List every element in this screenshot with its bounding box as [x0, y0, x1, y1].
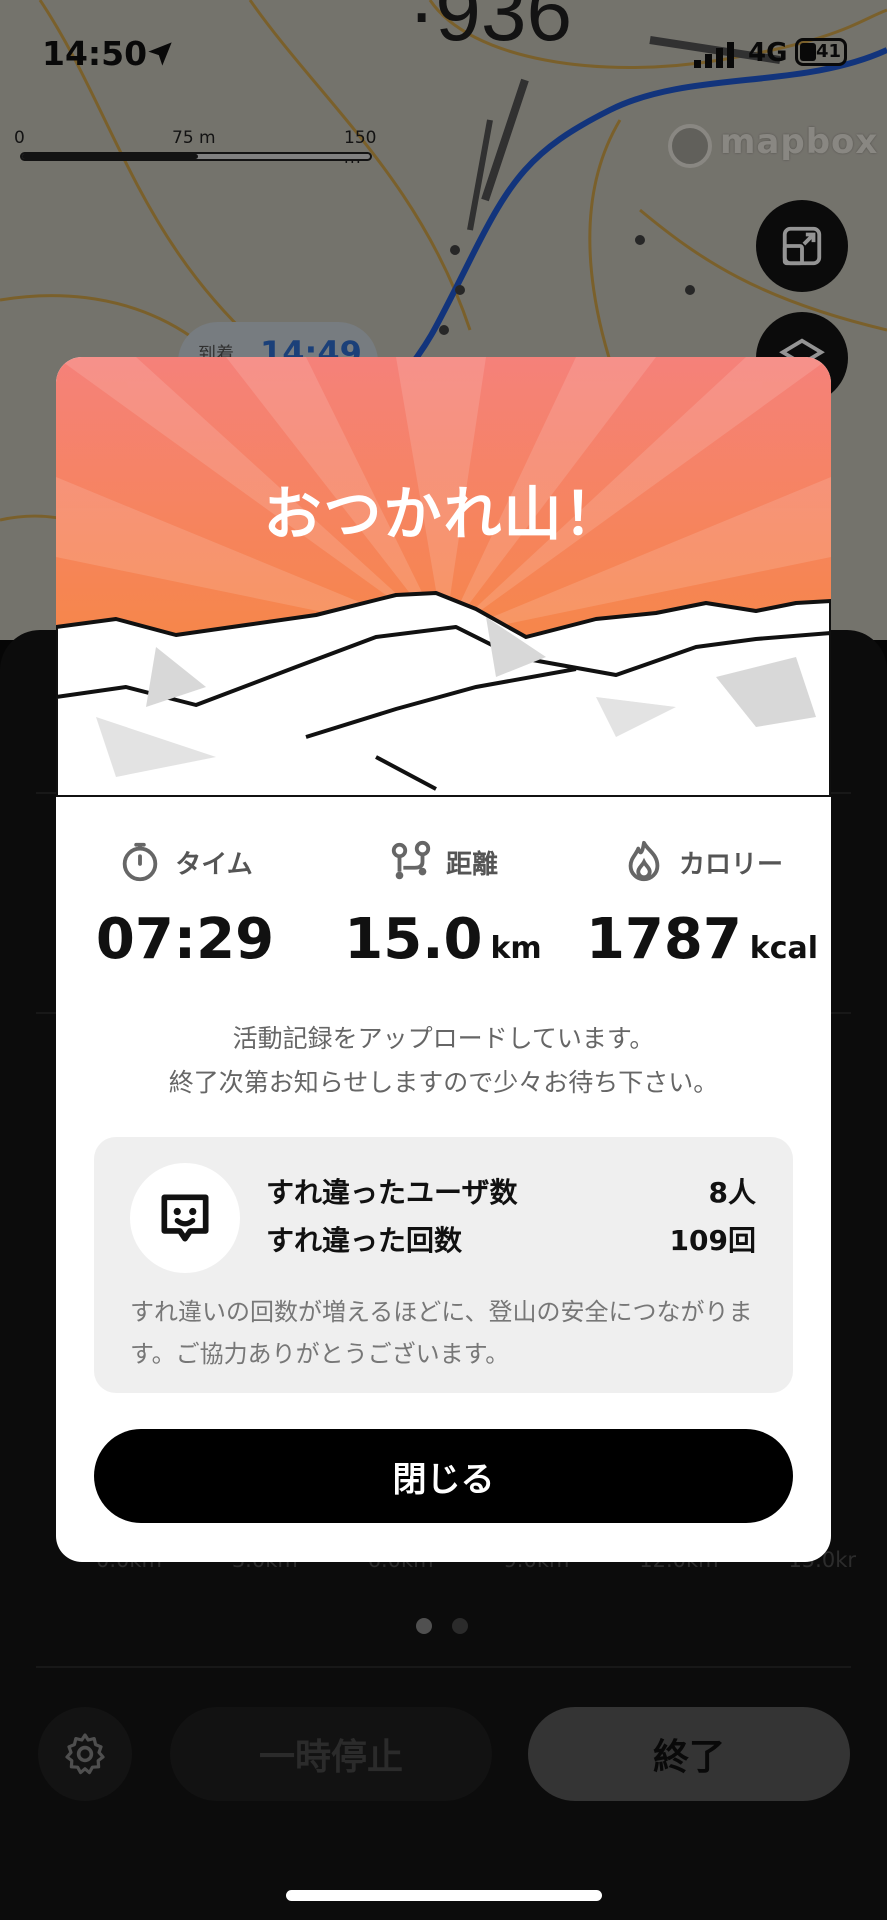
chat-face-icon	[161, 1194, 209, 1242]
stat-label: カロリー	[678, 849, 783, 880]
stat-value: 15.0	[344, 907, 483, 972]
encounter-card: すれ違ったユーザ数 8人 すれ違った回数 109回 すれ違いの回数が増えるほどに…	[94, 1137, 793, 1393]
route-icon	[391, 840, 431, 880]
stat-value: 1787	[585, 907, 742, 972]
screen: ·936 14:50 4G 41 0 75 m 150 m mapbox	[0, 0, 887, 1920]
encounter-avatar	[130, 1163, 240, 1273]
stat-value: 07:29	[95, 907, 275, 972]
stats-row: タイム 07:29 距離 15.0 km カロリー 1787 kcal	[56, 835, 831, 975]
encounter-users-value: 8人	[708, 1176, 756, 1209]
stat-calories: カロリー 1787 kcal	[573, 835, 831, 972]
modal-title: おつかれ山！	[263, 480, 624, 548]
stat-unit: km	[490, 931, 542, 966]
flame-icon	[628, 840, 660, 882]
home-indicator[interactable]	[286, 1890, 602, 1901]
stat-label: 距離	[445, 849, 498, 880]
encounter-count-label: すれ違った回数	[266, 1224, 463, 1257]
stat-time: タイム 07:29	[56, 835, 314, 972]
close-button[interactable]: 閉じる	[94, 1429, 793, 1523]
stat-label: タイム	[175, 849, 253, 880]
encounter-note: すれ違いの回数が増えるほどに、登山の安全につながります。ご協力ありがとうございま…	[130, 1298, 753, 1368]
encounter-count-row: すれ違った回数 109回	[266, 1219, 756, 1259]
encounter-users-row: すれ違ったユーザ数 8人	[266, 1171, 756, 1211]
mountain-hero-illustration	[56, 357, 831, 797]
upload-line: 活動記録をアップロードしています。	[232, 1024, 655, 1053]
stat-distance: 距離 15.0 km	[314, 835, 572, 972]
upload-message: 活動記録をアップロードしています。 終了次第お知らせしますので少々お待ち下さい。	[56, 1017, 831, 1105]
encounter-count-value: 109回	[669, 1224, 756, 1257]
encounter-users-label: すれ違ったユーザ数	[266, 1176, 518, 1209]
stopwatch-icon	[123, 842, 158, 882]
upload-line: 終了次第お知らせしますので少々お待ち下さい。	[168, 1068, 719, 1097]
stat-unit: kcal	[749, 931, 819, 966]
completion-modal: おつかれ山！ タイム 07:29 距離 15.0 km カロリー 1787 kc…	[56, 357, 831, 1562]
